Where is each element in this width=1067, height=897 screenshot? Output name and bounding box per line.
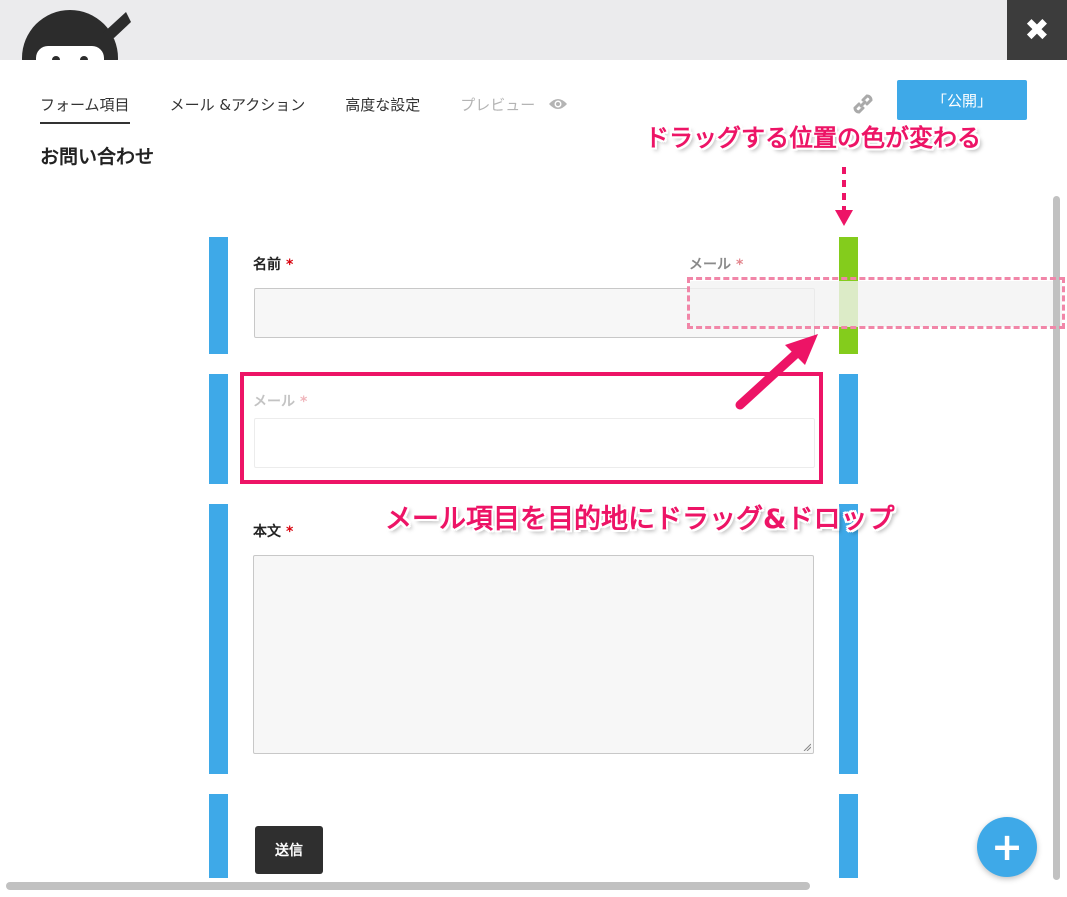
submit-button[interactable]: 送信 bbox=[255, 826, 323, 874]
row-handle-right-3[interactable] bbox=[839, 504, 858, 774]
ninja-mascot-icon bbox=[22, 10, 131, 60]
name-label-text: 名前 bbox=[253, 257, 281, 273]
dashed-down-arrow-icon bbox=[835, 167, 853, 226]
row-handle-left-3[interactable] bbox=[209, 504, 228, 774]
required-mark: * bbox=[286, 257, 294, 273]
row-handle-left-1[interactable] bbox=[209, 237, 228, 354]
row-handle-right-4[interactable] bbox=[839, 794, 858, 878]
tab-advanced-settings[interactable]: 高度な設定 bbox=[345, 92, 420, 124]
row-handle-left-2[interactable] bbox=[209, 374, 228, 484]
required-mark: * bbox=[736, 257, 744, 273]
tab-preview-label: プレビュー bbox=[460, 96, 536, 114]
drop-hint-annotation: ドラッグする位置の色が変わる bbox=[645, 124, 981, 152]
row-handle-right-2[interactable] bbox=[839, 374, 858, 484]
link-icon[interactable] bbox=[849, 90, 877, 118]
form-title: お問い合わせ bbox=[40, 146, 155, 168]
top-bar: ✖ bbox=[0, 0, 1067, 60]
message-label-text: 本文 bbox=[253, 524, 281, 540]
resize-grip-icon[interactable] bbox=[803, 743, 811, 751]
close-x-icon[interactable]: ✖ bbox=[1007, 0, 1067, 60]
horizontal-scrollbar-thumb[interactable] bbox=[6, 882, 810, 890]
add-field-button[interactable]: + bbox=[977, 817, 1037, 877]
email-ghost-label: メール * bbox=[689, 254, 743, 274]
tab-form-fields[interactable]: フォーム項目 bbox=[40, 92, 130, 124]
drag-instruction-annotation: メール項目を目的地にドラッグ&ドロップ bbox=[385, 504, 895, 535]
name-field-label: 名前 * bbox=[253, 254, 293, 274]
builder-tabs: フォーム項目 メール &アクション 高度な設定 プレビュー bbox=[40, 92, 608, 124]
publish-button[interactable]: 「公開」 bbox=[897, 80, 1027, 120]
email-ghost-label-text: メール bbox=[689, 257, 731, 273]
message-textarea[interactable] bbox=[253, 555, 814, 754]
required-mark: * bbox=[286, 524, 294, 540]
eye-icon bbox=[549, 99, 568, 109]
tab-preview[interactable]: プレビュー bbox=[460, 92, 568, 124]
tab-emails-actions[interactable]: メール &アクション bbox=[170, 92, 306, 124]
drop-ghost-outline bbox=[687, 277, 1065, 329]
message-field-label: 本文 * bbox=[253, 521, 293, 541]
dragged-field-highlight bbox=[240, 372, 823, 484]
row-handle-left-4[interactable] bbox=[209, 794, 228, 878]
